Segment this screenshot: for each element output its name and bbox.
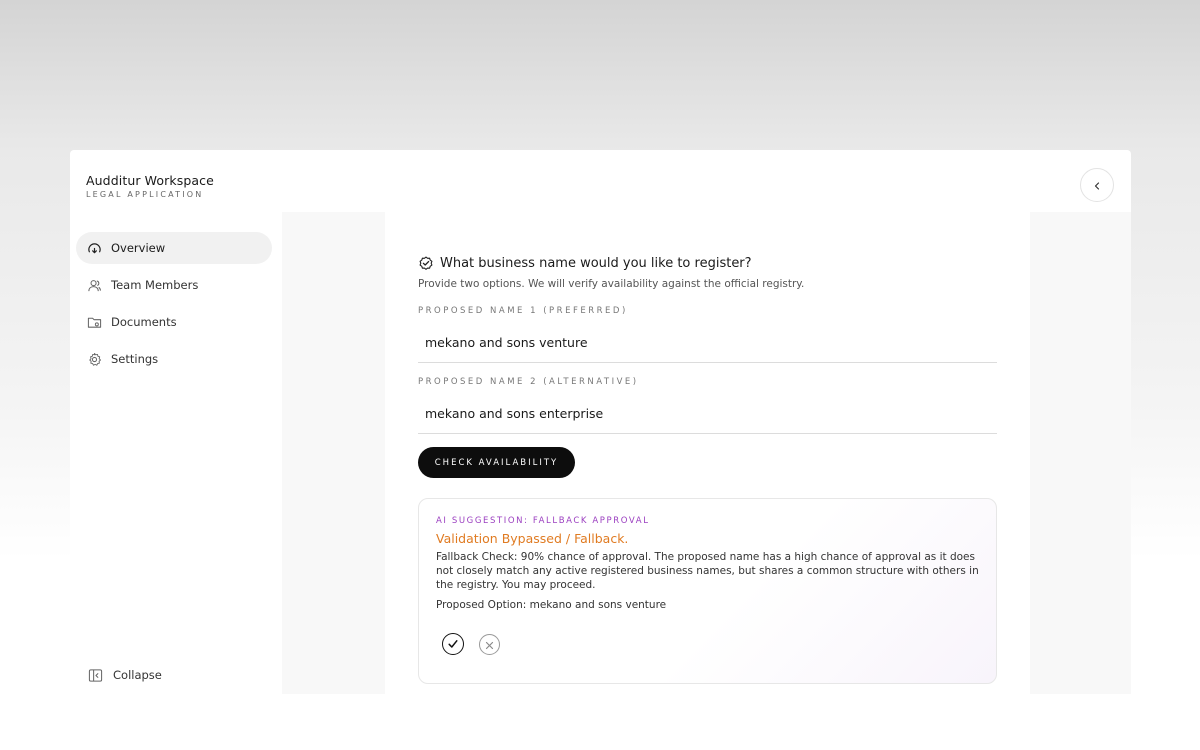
suggestion-title: Validation Bypassed / Fallback. (436, 531, 629, 546)
name1-label: PROPOSED NAME 1 (PREFERRED) (418, 306, 628, 316)
app-subtitle: LEGAL APPLICATION (86, 190, 204, 199)
sidebar-panel-icon (88, 667, 104, 683)
sidebar-item-overview[interactable]: Overview (76, 232, 272, 264)
sidebar-item-label: Overview (111, 241, 166, 255)
gear-icon (86, 351, 102, 367)
badge-check-icon (418, 255, 434, 271)
accept-button[interactable] (442, 633, 464, 655)
name2-label: PROPOSED NAME 2 (ALTERNATIVE) (418, 377, 639, 387)
sidebar-item-label: Settings (111, 352, 159, 366)
sidebar-nav: Overview Team Members Documents Settings (76, 232, 272, 380)
ai-suggestion-card: AI SUGGESTION: FALLBACK APPROVAL Validat… (418, 498, 997, 684)
name2-input[interactable] (418, 394, 997, 434)
app-window: Audditur Workspace LEGAL APPLICATION Ove… (70, 150, 1131, 710)
form-hint: Provide two options. We will verify avai… (418, 278, 805, 290)
sidebar-item-label: Team Members (111, 278, 199, 292)
collapse-button[interactable]: Collapse (88, 667, 162, 683)
close-icon (485, 635, 494, 654)
sidebar-item-team-members[interactable]: Team Members (76, 269, 272, 301)
content-gutter-left (282, 212, 385, 694)
users-icon (86, 277, 102, 293)
sidebar-item-documents[interactable]: Documents (76, 306, 272, 338)
brand: Audditur Workspace LEGAL APPLICATION (86, 173, 214, 199)
registration-form: What business name would you like to reg… (418, 255, 998, 684)
question-text: What business name would you like to reg… (440, 255, 752, 271)
collapse-label: Collapse (113, 668, 162, 682)
content-gutter-right (1030, 212, 1131, 694)
back-button[interactable] (1080, 168, 1114, 202)
suggestion-option: Proposed Option: mekano and sons venture (436, 599, 667, 611)
check-availability-button[interactable]: CHECK AVAILABILITY (418, 447, 575, 478)
dashboard-gauge-icon (86, 240, 102, 256)
name1-input[interactable] (418, 323, 997, 363)
reject-button[interactable] (479, 633, 500, 655)
app-title: Audditur Workspace (86, 173, 214, 188)
folder-icon (86, 314, 102, 330)
sidebar-item-settings[interactable]: Settings (76, 343, 272, 375)
suggestion-actions (442, 633, 979, 655)
chevron-left-icon (1092, 176, 1102, 195)
suggestion-label: AI SUGGESTION: FALLBACK APPROVAL (436, 516, 650, 526)
check-icon (447, 635, 459, 654)
suggestion-body: Fallback Check: 90% chance of approval. … (436, 551, 979, 591)
form-question: What business name would you like to reg… (418, 255, 998, 271)
sidebar-item-label: Documents (111, 315, 177, 329)
